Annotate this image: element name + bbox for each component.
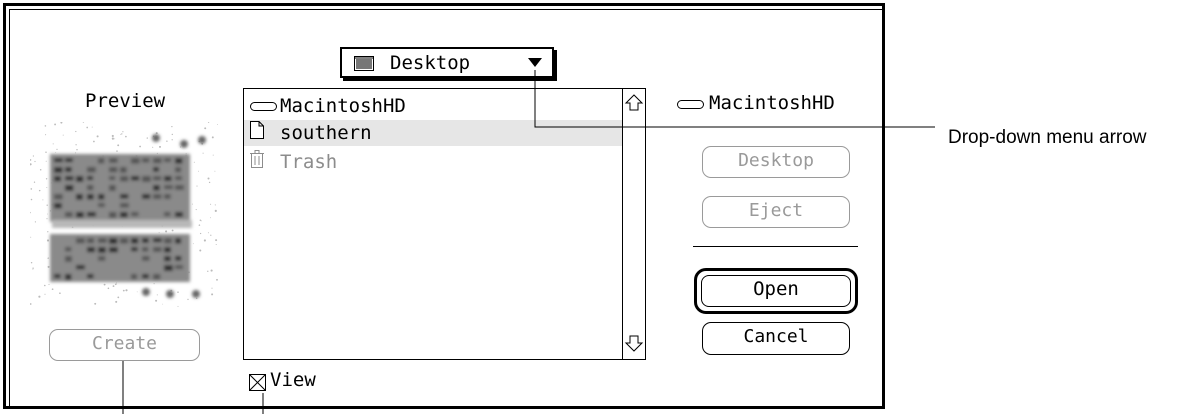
callout-label: Drop-down menu arrow	[948, 127, 1147, 148]
dropdown-callout-line	[534, 70, 935, 128]
callout-lines	[122, 70, 935, 414]
